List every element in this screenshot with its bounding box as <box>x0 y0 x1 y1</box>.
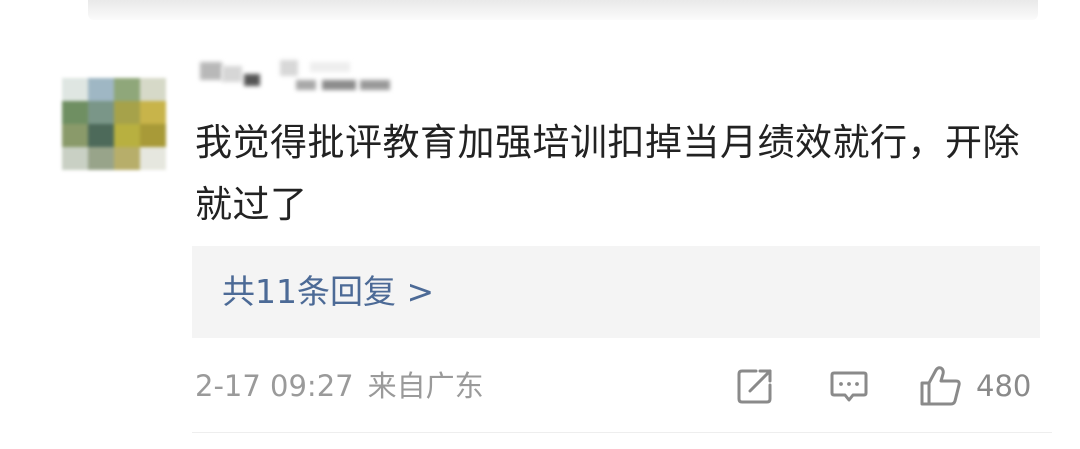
comment-button[interactable] <box>828 362 870 410</box>
comment-date: 2-17 09:27 <box>195 369 354 403</box>
share-button[interactable] <box>734 362 776 410</box>
like-count: 480 <box>976 369 1032 403</box>
comment-text: 我觉得批评教育加强培训扣掉当月绩效就行，开除就过了 <box>195 121 1020 226</box>
like-button[interactable]: 480 <box>918 362 1031 410</box>
divider <box>192 432 1052 433</box>
username-blurred[interactable] <box>200 60 420 96</box>
share-icon <box>737 369 772 404</box>
comment-location: 来自广东 <box>367 369 484 403</box>
view-replies-button[interactable]: 共11条回复 > <box>192 246 1040 338</box>
thumbs-up-icon <box>920 366 961 406</box>
avatar[interactable] <box>62 78 166 170</box>
comment-icon <box>830 371 868 402</box>
previous-item-edge <box>88 0 1038 20</box>
replies-label: 共11条回复 > <box>222 272 435 311</box>
comment-meta: 2-17 09:27 来自广东 <box>195 366 484 406</box>
